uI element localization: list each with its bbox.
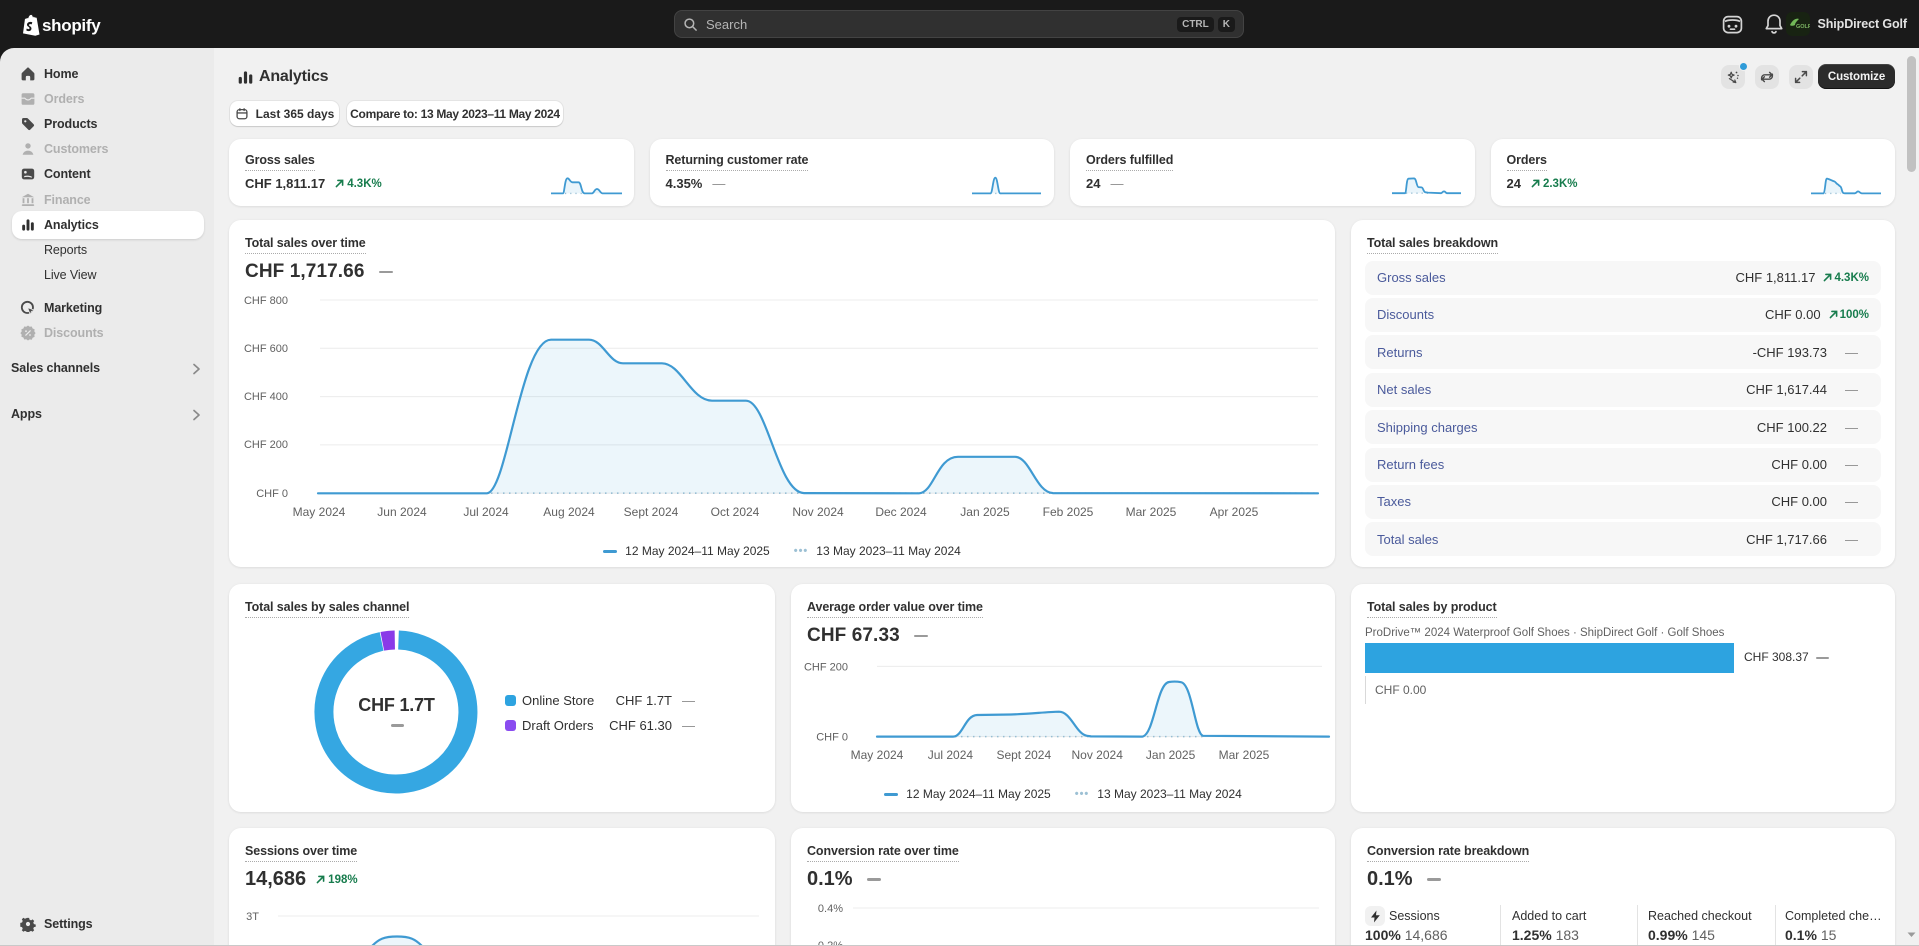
svg-text:CHF 400: CHF 400 [244, 391, 288, 403]
svg-text:Aug 2024: Aug 2024 [543, 505, 595, 519]
svg-text:3T: 3T [246, 911, 259, 923]
svg-text:Nov 2024: Nov 2024 [792, 505, 844, 519]
svg-text:Sept 2024: Sept 2024 [996, 748, 1051, 762]
svg-text:May 2024: May 2024 [851, 748, 904, 762]
svg-text:Mar 2025: Mar 2025 [1219, 748, 1270, 762]
svg-text:Mar 2025: Mar 2025 [1126, 505, 1177, 519]
svg-text:Nov 2024: Nov 2024 [1072, 748, 1124, 762]
svg-text:CHF 600: CHF 600 [244, 343, 288, 355]
svg-text:GOLF: GOLF [1796, 24, 1810, 30]
svg-text:CHF 0: CHF 0 [256, 488, 288, 500]
svg-text:Feb 2025: Feb 2025 [1043, 505, 1094, 519]
svg-text:Oct 2024: Oct 2024 [711, 505, 760, 519]
svg-text:Sept 2024: Sept 2024 [624, 505, 679, 519]
svg-text:CHF 0: CHF 0 [816, 732, 848, 744]
svg-text:CHF 200: CHF 200 [244, 439, 288, 451]
svg-text:Apr 2025: Apr 2025 [1210, 505, 1259, 519]
svg-text:Dec 2024: Dec 2024 [875, 505, 927, 519]
svg-text:Jan 2025: Jan 2025 [1146, 748, 1196, 762]
svg-text:shopify: shopify [42, 16, 101, 35]
svg-text:CHF 800: CHF 800 [244, 295, 288, 307]
svg-text:Jan 2025: Jan 2025 [960, 505, 1010, 519]
svg-text:Jul 2024: Jul 2024 [928, 748, 974, 762]
svg-text:Jun 2024: Jun 2024 [377, 505, 427, 519]
svg-text:May 2024: May 2024 [293, 505, 346, 519]
svg-text:0.4%: 0.4% [818, 903, 843, 915]
svg-text:Jul 2024: Jul 2024 [463, 505, 509, 519]
svg-text:CHF 200: CHF 200 [804, 661, 848, 673]
